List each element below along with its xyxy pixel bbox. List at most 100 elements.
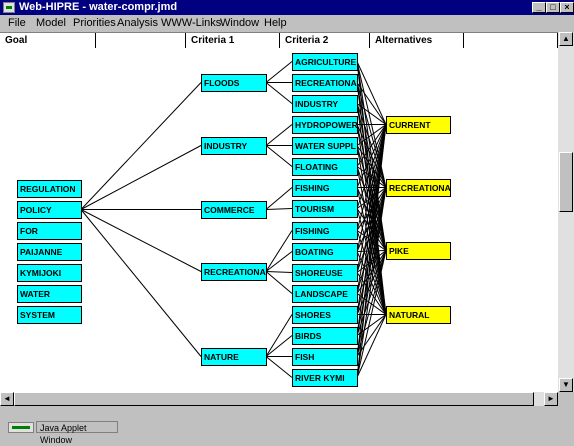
goal-node[interactable]: SYSTEM: [17, 306, 82, 324]
link-criteria1-to-criteria2: [265, 251, 293, 272]
link-criteria1-to-criteria2: [265, 124, 293, 146]
column-header-row: Goal Criteria 1 Criteria 2 Alternatives: [0, 32, 558, 49]
goal-node[interactable]: PAIJANNE: [17, 243, 82, 261]
criteria1-node-label: FLOODS: [204, 78, 240, 88]
link-criteria1-to-criteria2: [265, 187, 293, 210]
criteria2-node[interactable]: FISHING: [292, 222, 358, 240]
close-button[interactable]: ×: [560, 2, 574, 13]
criteria2-node[interactable]: FLOATING: [292, 158, 358, 176]
criteria2-node-label: LANDSCAPE: [295, 289, 348, 299]
criteria2-node-label: SHOREUSE: [295, 268, 343, 278]
app-icon: [3, 2, 15, 13]
link-criteria1-to-criteria2: [265, 335, 293, 357]
criteria2-node-label: FISHING: [295, 183, 330, 193]
criteria1-node[interactable]: COMMERCE: [201, 201, 267, 219]
criteria2-node-label: INDUSTRY: [295, 99, 338, 109]
scroll-up-button[interactable]: ▲: [559, 32, 573, 46]
link-goal-to-criteria1: [80, 209, 202, 272]
alternative-node[interactable]: CURRENT: [386, 116, 451, 134]
criteria2-node[interactable]: WATER SUPPL: [292, 137, 358, 155]
alternative-node[interactable]: PIKE: [386, 242, 451, 260]
goal-node-label: PAIJANNE: [20, 247, 63, 257]
link-criteria1-to-criteria2: [265, 356, 293, 378]
vertical-scroll-thumb[interactable]: [559, 152, 573, 212]
link-criteria1-to-criteria2: [265, 208, 293, 210]
criteria2-node[interactable]: SHORES: [292, 306, 358, 324]
criteria2-node[interactable]: TOURISM: [292, 200, 358, 218]
menu-priorities[interactable]: Priorities: [73, 17, 116, 29]
horizontal-scroll-thumb[interactable]: [14, 392, 534, 406]
menu-analysis[interactable]: Analysis: [117, 17, 158, 29]
criteria2-node-label: TOURISM: [295, 204, 334, 214]
hierarchy-diagram: REGULATION POLICY FOR PAIJANNE KYMIJOKI WATER…: [17, 53, 451, 387]
criteria2-node[interactable]: RECREATIONA: [292, 74, 358, 92]
alternative-node[interactable]: RECREATIONA: [386, 179, 451, 197]
scroll-right-button[interactable]: ►: [544, 392, 558, 406]
horizontal-scrollbar[interactable]: ◄ ►: [0, 392, 558, 406]
menu-window[interactable]: Window: [220, 17, 259, 29]
criteria2-node[interactable]: BOATING: [292, 243, 358, 261]
maximize-button[interactable]: □: [546, 2, 560, 13]
criteria2-node[interactable]: FISHING: [292, 179, 358, 197]
scroll-left-button[interactable]: ◄: [0, 392, 14, 406]
criteria2-node[interactable]: BIRDS: [292, 327, 358, 345]
criteria2-node-label: HYDROPOWER: [295, 120, 358, 130]
criteria1-node[interactable]: NATURE: [201, 348, 267, 366]
minimize-button[interactable]: _: [532, 2, 546, 13]
menu-file[interactable]: File: [8, 17, 26, 29]
model-canvas[interactable]: REGULATION POLICY FOR PAIJANNE KYMIJOKI WATER…: [0, 48, 558, 392]
criteria2-node[interactable]: SHOREUSE: [292, 264, 358, 282]
criteria2-node[interactable]: RIVER KYMI: [292, 369, 358, 387]
goal-node-label: POLICY: [20, 205, 52, 215]
criteria1-node[interactable]: INDUSTRY: [201, 137, 267, 155]
criteria2-node-label: SHORES: [295, 310, 331, 320]
column-header-blank-2: [464, 33, 558, 48]
goal-node[interactable]: KYMIJOKI: [17, 264, 82, 282]
link-criteria1-to-criteria2: [265, 271, 293, 273]
criteria2-node[interactable]: INDUSTRY: [292, 95, 358, 113]
criteria2-node-label: RECREATIONA: [295, 78, 357, 88]
link-criteria1-to-criteria2: [265, 230, 293, 272]
goal-node-label: KYMIJOKI: [20, 268, 61, 278]
alternative-node-label: CURRENT: [389, 120, 431, 130]
vertical-scrollbar[interactable]: ▲ ▼: [558, 32, 574, 392]
alternative-node-label: NATURAL: [389, 310, 429, 320]
alternative-node[interactable]: NATURAL: [386, 306, 451, 324]
goal-node[interactable]: REGULATION: [17, 180, 82, 198]
goal-node-label: SYSTEM: [20, 310, 55, 320]
alternative-node-label: PIKE: [389, 246, 409, 256]
criteria1-node[interactable]: RECREATIONA: [201, 263, 267, 281]
title-bar: Web-HIPRE - water-compr.jmd _ □ ×: [0, 0, 574, 15]
scroll-down-button[interactable]: ▼: [559, 378, 573, 392]
criteria2-node[interactable]: AGRICULTURE: [292, 53, 358, 71]
link-criteria1-to-criteria2: [265, 82, 293, 104]
criteria2-node[interactable]: HYDROPOWER: [292, 116, 358, 134]
link-goal-to-criteria1: [80, 82, 202, 210]
criteria2-node-label: FLOATING: [295, 162, 338, 172]
column-header-criteria-2: Criteria 2: [280, 33, 370, 48]
goal-node-label: FOR: [20, 226, 38, 236]
goal-node[interactable]: POLICY: [17, 201, 82, 219]
column-header-alternatives: Alternatives: [370, 33, 464, 48]
applet-status-text: Java Applet Window: [36, 421, 118, 445]
goal-node[interactable]: WATER: [17, 285, 82, 303]
goal-node[interactable]: FOR: [17, 222, 82, 240]
menu-model[interactable]: Model: [36, 17, 66, 29]
criteria2-node-label: RIVER KYMI: [295, 373, 345, 383]
window-title: Web-HIPRE - water-compr.jmd: [19, 1, 178, 13]
goal-node-label: REGULATION: [20, 184, 76, 194]
criteria1-node-label: NATURE: [204, 352, 239, 362]
link-criteria1-to-criteria2: [265, 314, 293, 357]
criteria1-node-label: COMMERCE: [204, 205, 255, 215]
criteria2-node[interactable]: LANDSCAPE: [292, 285, 358, 303]
criteria2-node[interactable]: FISH: [292, 348, 358, 366]
column-header-blank: [96, 33, 186, 48]
link-criteria1-to-criteria2: [265, 61, 293, 83]
menu-help[interactable]: Help: [264, 17, 287, 29]
menu-bar: File Model Priorities Analysis WWW-Links…: [0, 15, 574, 32]
criteria1-node-label: INDUSTRY: [204, 141, 247, 151]
status-bar: Java Applet Window: [0, 419, 574, 445]
link-goal-to-criteria1: [80, 209, 202, 357]
criteria1-node[interactable]: FLOODS: [201, 74, 267, 92]
menu-www-links[interactable]: WWW-Links: [161, 17, 221, 29]
